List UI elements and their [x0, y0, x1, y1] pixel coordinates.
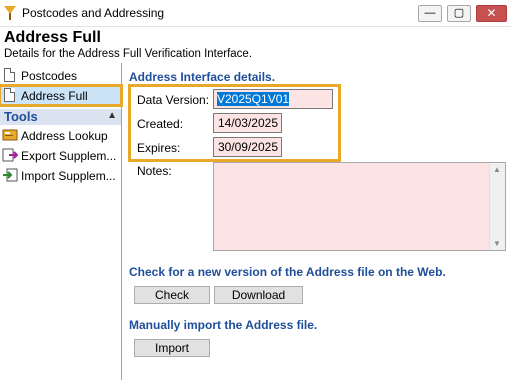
sidebar-item-label: Postcodes — [21, 69, 78, 83]
sidebar-item-postcodes[interactable]: Postcodes — [0, 66, 121, 85]
tool-label: Import Supplem... — [21, 169, 116, 183]
check-button[interactable]: Check — [134, 286, 210, 304]
tool-address-lookup[interactable]: Address Lookup — [0, 126, 121, 146]
document-icon — [4, 88, 15, 102]
scroll-up-icon[interactable]: ▲ — [493, 165, 501, 174]
import-button[interactable]: Import — [134, 339, 210, 357]
created-label: Created: — [137, 117, 184, 131]
page-title: Address Full — [4, 29, 101, 46]
address-lookup-icon — [2, 129, 18, 141]
tool-label: Export Supplem... — [21, 149, 117, 163]
window-title: Postcodes and Addressing — [22, 6, 165, 20]
close-icon: ✕ — [486, 6, 497, 20]
close-button[interactable]: ✕ — [476, 5, 507, 22]
manual-import-title: Manually import the Address file. — [129, 318, 318, 332]
check-web-title: Check for a new version of the Address f… — [129, 265, 446, 279]
data-version-value: V2025Q1V01 — [217, 92, 290, 106]
tool-import-supplementary[interactable]: Import Supplem... — [0, 166, 121, 186]
app-icon — [4, 6, 16, 20]
created-field[interactable]: 14/03/2025 — [213, 113, 282, 133]
download-button[interactable]: Download — [214, 286, 303, 304]
minimize-icon: — — [424, 7, 436, 19]
section-title-interface: Address Interface details. — [129, 70, 276, 84]
expires-field[interactable]: 30/09/2025 — [213, 137, 282, 157]
maximize-icon: ▢ — [453, 7, 465, 19]
notes-label: Notes: — [137, 164, 172, 178]
export-icon — [2, 148, 18, 162]
page-subtitle: Details for the Address Full Verificatio… — [4, 48, 253, 60]
document-icon — [4, 68, 15, 82]
maximize-button[interactable]: ▢ — [447, 5, 471, 22]
title-bar: Postcodes and Addressing — ▢ ✕ — [0, 0, 511, 27]
tools-header-label: Tools — [4, 109, 38, 124]
sidebar-item-label: Address Full — [21, 89, 88, 103]
sidebar-item-address-full[interactable]: Address Full — [0, 84, 123, 107]
notes-textarea[interactable]: ▲ ▼ — [213, 162, 506, 251]
sidebar: Postcodes Address Full Tools ▲ Address L… — [0, 63, 123, 380]
notes-scrollbar[interactable]: ▲ ▼ — [489, 163, 505, 250]
data-version-field[interactable]: V2025Q1V01 — [213, 89, 333, 109]
expires-label: Expires: — [137, 141, 181, 155]
collapse-icon[interactable]: ▲ — [107, 110, 117, 121]
import-icon — [3, 168, 18, 182]
tool-export-supplementary[interactable]: Export Supplem... — [0, 146, 121, 166]
minimize-button[interactable]: — — [418, 5, 442, 22]
tool-label: Address Lookup — [21, 129, 108, 143]
tools-header[interactable]: Tools ▲ — [0, 109, 121, 125]
scroll-down-icon[interactable]: ▼ — [493, 239, 501, 248]
data-version-label: Data Version: — [137, 93, 210, 107]
